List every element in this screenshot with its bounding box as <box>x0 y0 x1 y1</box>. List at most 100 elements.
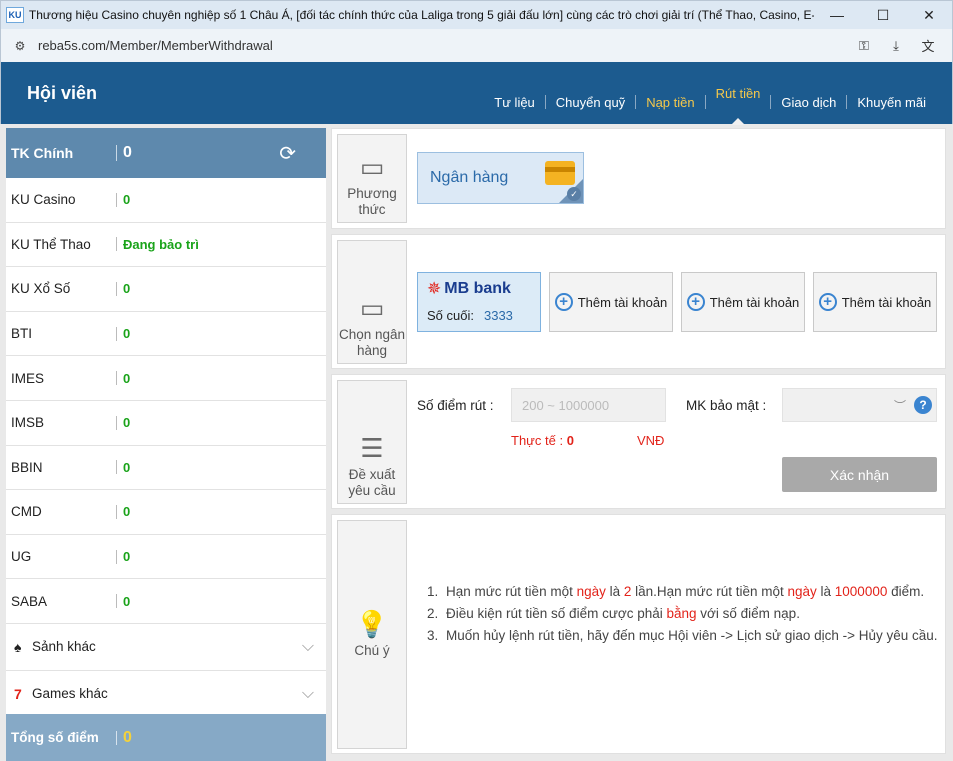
note-highlight: ngày <box>787 584 817 599</box>
window-title-bar: KU Thương hiệu Casino chuyên nghiệp số 1… <box>0 0 953 29</box>
translate-icon[interactable]: 文 <box>918 37 938 55</box>
account-label: KU Xổ Số <box>11 281 71 297</box>
account-value: 0 <box>123 593 131 609</box>
method-label: Phương thức <box>347 186 397 217</box>
add-account-label: Thêm tài khoản <box>709 294 800 310</box>
note-highlight: ngày <box>576 584 606 599</box>
points-input[interactable]: 200 ~ 1000000 <box>511 388 666 422</box>
minimize-icon[interactable]: — <box>814 1 860 29</box>
divider <box>116 281 117 296</box>
plus-icon: + <box>686 293 705 311</box>
account-row: IMSB 0 <box>6 401 326 446</box>
divider <box>116 730 117 745</box>
add-account-label: Thêm tài khoản <box>577 294 668 310</box>
nav-tu-lieu[interactable]: Tư liệu <box>484 62 545 124</box>
note-text: Hạn mức rút tiền một <box>446 584 577 599</box>
site-settings-icon[interactable]: ⚙ <box>12 39 28 53</box>
account-row: KU Thể Thao Đang bảo trì <box>6 223 326 268</box>
mb-bank-card[interactable]: ✵ MB bank Số cuối: 3333 <box>417 272 541 332</box>
account-label: UG <box>11 549 32 565</box>
add-account-label: Thêm tài khoản <box>841 294 932 310</box>
security-password-input[interactable]: ︶ ? <box>782 388 937 422</box>
window-title: Thương hiệu Casino chuyên nghiệp số 1 Ch… <box>28 8 814 22</box>
account-row: UG 0 <box>6 535 326 580</box>
other-games-label: Games khác <box>32 686 108 702</box>
url-field[interactable]: reba5s.com/Member/MemberWithdrawal <box>38 38 273 53</box>
account-row: KU Xổ Số 0 <box>6 267 326 312</box>
confirm-button[interactable]: Xác nhận <box>782 457 937 492</box>
note-text: Muốn hủy lệnh rút tiền, hãy đến mục Hội … <box>446 628 938 643</box>
note-text: điểm. <box>887 584 925 599</box>
account-label: IMSB <box>11 415 45 431</box>
nav-giao-dich[interactable]: Giao dịch <box>771 62 846 124</box>
help-icon[interactable]: ? <box>914 396 932 414</box>
seven-icon: 7 <box>14 685 22 702</box>
spade-icon: ♠ <box>14 638 22 655</box>
account-label: IMES <box>11 370 45 386</box>
nav-rut-tien[interactable]: Rút tiền <box>706 62 771 125</box>
divider <box>116 460 117 475</box>
chevron-down-icon: ⌵ <box>301 637 314 655</box>
note-text: là <box>605 584 624 599</box>
note-highlight: bằng <box>666 606 697 621</box>
nav-chuyen-quy[interactable]: Chuyển quỹ <box>546 62 635 124</box>
note-text: Điều kiện rút tiền số điểm cược phải <box>446 606 667 621</box>
currency-label: VNĐ <box>637 433 665 448</box>
address-bar: ⚙ reba5s.com/Member/MemberWithdrawal ⚿ ⤓… <box>0 29 953 62</box>
close-icon[interactable]: ✕ <box>906 1 952 29</box>
add-account-button[interactable]: + Thêm tài khoản <box>813 272 937 332</box>
method-section-label: ▭ Phương thức <box>337 134 407 223</box>
note-item: Hạn mức rút tiền một ngày là 2 lần.Hạn m… <box>442 581 940 603</box>
nav-nap-tien[interactable]: Nạp tiền <box>636 62 704 124</box>
account-value: 0 <box>123 415 131 431</box>
note-highlight: 1000000 <box>834 584 888 599</box>
account-value: 0 <box>123 549 131 565</box>
top-nav: Tư liệu Chuyển quỹ Nạp tiền Rút tiền Gia… <box>484 62 936 125</box>
notes-panel: 💡 Chú ý Hạn mức rút tiền một ngày là 2 l… <box>331 514 946 754</box>
account-row: KU Casino 0 <box>6 178 326 223</box>
actual-label: Thực tế : <box>511 433 564 448</box>
install-icon[interactable]: ⤓ <box>886 37 906 55</box>
request-panel: ☰ Đề xuất yêu cầu Số điểm rút : 200 ~ 10… <box>331 374 946 509</box>
add-account-button[interactable]: + Thêm tài khoản <box>681 272 805 332</box>
maximize-icon[interactable]: ☐ <box>860 1 906 29</box>
method-panel: ▭ Phương thức Ngân hàng ✓ <box>331 128 946 229</box>
note-text: với số điểm nạp. <box>696 606 800 621</box>
account-row: SABA 0 <box>6 579 326 624</box>
bank-card-icon: ▭ <box>359 152 385 182</box>
account-label: SABA <box>11 593 48 609</box>
account-value: 0 <box>123 370 131 386</box>
nav-khuyen-mai[interactable]: Khuyến mãi <box>847 62 936 124</box>
actual-value: 0 <box>566 433 574 448</box>
main-account-row: TK Chính 0 ⟳ <box>6 128 326 178</box>
mb-bank-name: MB bank <box>444 280 511 297</box>
bank-method-option[interactable]: Ngân hàng ✓ <box>417 152 584 204</box>
add-account-button[interactable]: + Thêm tài khoản <box>549 272 673 332</box>
account-row: BBIN 0 <box>6 446 326 491</box>
request-label: Đề xuất yêu cầu <box>348 467 396 498</box>
document-list-icon: ☰ <box>360 433 384 463</box>
eye-closed-icon[interactable]: ︶ <box>894 397 906 414</box>
ku-app-icon: KU <box>6 7 24 23</box>
lightbulb-icon: 💡 <box>355 608 389 639</box>
other-lobbies-toggle[interactable]: ♠ Sảnh khác ⌵ <box>6 624 326 671</box>
divider <box>116 504 117 519</box>
total-points-row: Tổng số điểm 0 <box>6 714 326 761</box>
other-lobbies-label: Sảnh khác <box>32 639 96 655</box>
key-icon[interactable]: ⚿ <box>854 37 874 55</box>
divider <box>116 415 117 430</box>
account-label: BBIN <box>11 459 43 475</box>
refresh-icon[interactable]: ⟳ <box>279 141 296 166</box>
password-label: MK bảo mật : <box>686 398 767 413</box>
check-icon: ✓ <box>567 187 581 201</box>
notes-section-label: 💡 Chú ý <box>337 520 407 749</box>
account-tail: Số cuối: 3333 <box>427 308 513 323</box>
plus-icon: + <box>818 293 837 311</box>
wallet-sidebar: TK Chính 0 ⟳ KU Casino 0 KU Thể Thao Đang … <box>6 128 326 761</box>
divider <box>116 326 117 341</box>
divider <box>116 145 117 161</box>
other-games-toggle[interactable]: 7 Games khác ⌵ <box>6 671 326 718</box>
bank-select-panel: ▭ Chọn ngân hàng ✵ MB bank Số cuối: 3333 … <box>331 234 946 369</box>
divider <box>116 549 117 564</box>
bank-card-icon: ▭ <box>359 293 385 323</box>
